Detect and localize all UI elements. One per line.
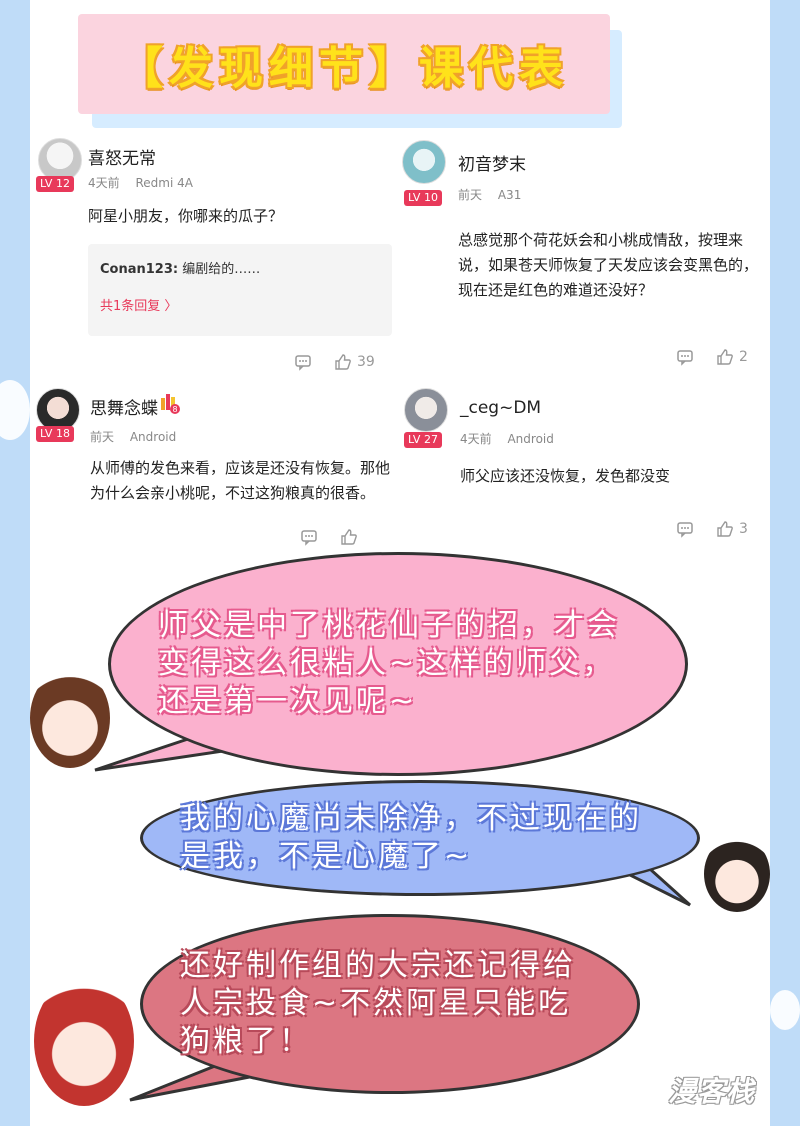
bubble-text: 还好制作组的大宗还记得给人宗投食~不然阿星只能吃狗粮了！	[180, 948, 576, 1059]
speech-bubble: 还好制作组的大宗还记得给人宗投食~不然阿星只能吃狗粮了！	[140, 914, 640, 1094]
character-red-hair-illustration	[34, 976, 134, 1106]
speech-bubble: 师父是中了桃花仙子的招，才会变得这么很粘人~这样的师父，还是第一次见呢~	[108, 552, 688, 776]
character-girl-illustration	[30, 668, 110, 768]
watermark-logo: 漫客栈	[668, 1075, 756, 1108]
bubble-text: 师父是中了桃花仙子的招，才会变得这么很粘人~这样的师父，还是第一次见呢~	[158, 608, 620, 719]
bubble-text: 我的心魔尚未除净，不过现在的是我，不是心魔了~	[180, 801, 642, 874]
speech-bubble: 我的心魔尚未除净，不过现在的是我，不是心魔了~	[140, 780, 700, 896]
character-master-illustration	[704, 836, 770, 912]
